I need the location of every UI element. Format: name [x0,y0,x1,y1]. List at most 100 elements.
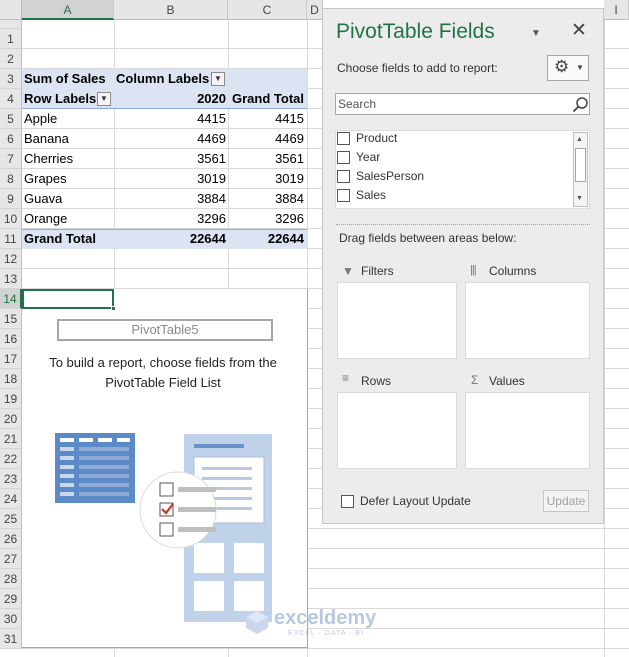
row-labels-filter-button[interactable]: ▼ [97,92,111,106]
pane-options-dropdown-icon[interactable]: ▼ [531,28,541,39]
pivot-row-label[interactable]: Cherries [24,149,73,169]
field-search-input[interactable]: Search [335,93,590,115]
pivot-row-2020-value[interactable]: 3561 [114,149,226,169]
row-header-24[interactable]: 24 [0,489,22,509]
row-header-18[interactable]: 18 [0,369,22,389]
rows-drop-area[interactable] [337,392,457,469]
row-header-7[interactable]: 7 [0,149,22,169]
row-header-9[interactable]: 9 [0,189,22,209]
row-header-16[interactable]: 16 [0,329,22,349]
select-all-corner[interactable] [0,0,22,20]
column-labels-filter-button[interactable]: ▼ [211,72,225,86]
pivot-row-total-value[interactable]: 3019 [228,169,304,189]
row-header-21[interactable]: 21 [0,429,22,449]
column-header-a[interactable]: A [22,0,114,20]
pivot-column-labels[interactable]: Column Labels [116,69,209,89]
row-header-22[interactable]: 22 [0,449,22,469]
values-drop-area[interactable] [465,392,590,469]
close-icon[interactable]: ✕ [571,20,587,42]
row-header-19[interactable]: 19 [0,389,22,409]
watermark-tagline: EXCEL · DATA · BI [288,630,364,637]
scroll-thumb[interactable] [575,148,586,182]
field-label: Year [356,150,381,164]
row-header-3[interactable]: 3 [0,69,22,89]
row-header-30[interactable]: 30 [0,609,22,629]
pivot-row-label[interactable]: Banana [24,129,69,149]
row-header-27[interactable]: 27 [0,549,22,569]
row-header-31[interactable]: 31 [0,629,22,649]
search-icon[interactable] [572,96,589,113]
pivot-row-label[interactable]: Grapes [24,169,67,189]
tools-button[interactable]: ⚙ ▼ [547,55,589,81]
filters-drop-area[interactable] [337,282,457,359]
update-button[interactable]: Update [543,490,589,512]
watermark-brand: exceldemy [274,607,377,629]
row-header-4[interactable]: 4 [0,89,22,109]
row-header-13[interactable]: 13 [0,269,22,289]
pivot-row-2020-value[interactable]: 4415 [114,109,226,129]
pivot-row-2020-value[interactable]: 3019 [114,169,226,189]
row-header-2[interactable]: 2 [0,49,22,69]
pivot-placeholder-message-line2: PivotTable Field List [105,375,221,390]
row-header-14[interactable]: 14 [0,289,22,309]
pivot-grand-total-header[interactable]: Grand Total [228,89,304,109]
field-checkbox[interactable] [337,189,350,203]
scroll-down-icon[interactable]: ▼ [576,195,583,202]
pivot-row-label[interactable]: Guava [24,189,62,209]
row-header-17[interactable]: 17 [0,349,22,369]
pivot-row-total-value[interactable]: 3884 [228,189,304,209]
row-header-20[interactable]: 20 [0,409,22,429]
pivot-row-2020-value[interactable]: 3296 [114,209,226,229]
field-checkbox[interactable] [337,170,350,184]
pane-splitter[interactable] [336,224,590,225]
row-header-6[interactable]: 6 [0,129,22,149]
field-label: Product [356,131,398,145]
row-header-29[interactable]: 29 [0,589,22,609]
pivot-row-2020-value[interactable]: 4469 [114,129,226,149]
field-item-product[interactable]: Product [337,129,397,148]
pivot-grand-total-total[interactable]: 22644 [228,229,304,249]
pivot-row-labels[interactable]: Row Labels [24,89,96,109]
field-item-year[interactable]: Year [337,148,380,167]
active-cell-a14[interactable] [22,289,114,309]
row-header-23[interactable]: 23 [0,469,22,489]
scroll-up-icon[interactable]: ▲ [576,136,583,143]
row-header-5[interactable]: 5 [0,109,22,129]
field-item-salesperson[interactable]: SalesPerson [337,167,424,186]
field-item-sales[interactable]: Sales [337,186,386,205]
row-header-25[interactable]: 25 [0,509,22,529]
row-header-10[interactable]: 10 [0,209,22,229]
column-header-d[interactable]: D [307,0,323,20]
watermark-logo: exceldemy EXCEL · DATA · BI [244,607,394,643]
row-header-8[interactable]: 8 [0,169,22,189]
row-header-15[interactable]: 15 [0,309,22,329]
field-checkbox[interactable] [337,151,350,165]
pivot-row-total-value[interactable]: 4415 [228,109,304,129]
pivot-row-2020-value[interactable]: 3884 [114,189,226,209]
field-checkbox[interactable] [337,132,350,146]
columns-drop-area[interactable] [465,282,590,359]
columns-area-label: Columns [489,264,537,278]
column-header-b[interactable]: B [114,0,228,20]
pivot-row-total-value[interactable]: 4469 [228,129,304,149]
pivot-grand-total-2020[interactable]: 22644 [114,229,226,249]
pivot-value-header[interactable]: Sum of Sales [24,69,106,89]
row-header-26[interactable]: 26 [0,529,22,549]
pivot-row-label[interactable]: Orange [24,209,67,229]
fill-handle[interactable] [111,306,116,311]
pivot-row-total-value[interactable]: 3561 [228,149,304,169]
row-header-1[interactable]: 1 [0,29,22,49]
row-header-12[interactable]: 12 [0,249,22,269]
pivot-row-total-value[interactable]: 3296 [228,209,304,229]
row-header-11[interactable]: 11 [0,229,22,249]
column-header-i[interactable]: I [604,0,629,20]
pivot-row-label[interactable]: Apple [24,109,57,129]
pivot-year-header[interactable]: 2020 [114,89,226,109]
column-header-c[interactable]: C [228,0,307,20]
row-header-28[interactable]: 28 [0,569,22,589]
defer-layout-update[interactable]: Defer Layout Update [341,494,471,509]
pivot-grand-total-label[interactable]: Grand Total [24,229,96,249]
field-list-scrollbar[interactable]: ▲ ▼ [573,132,588,207]
defer-layout-checkbox[interactable] [341,495,354,509]
filter-icon: ▼ [342,264,354,278]
